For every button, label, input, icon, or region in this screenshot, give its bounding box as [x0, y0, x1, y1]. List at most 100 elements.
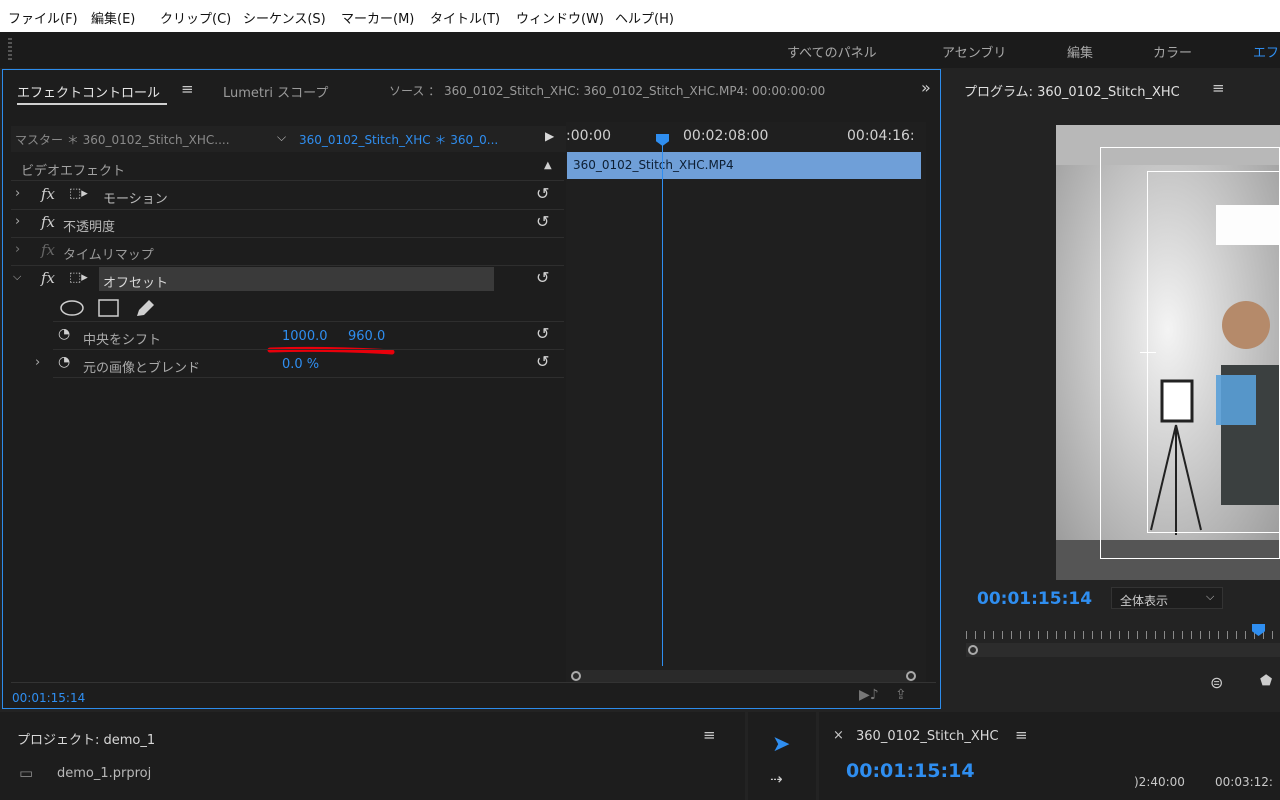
project-panel: プロジェクト: demo_1 ≡ ▭ demo_1.prproj [0, 712, 745, 800]
panel-menu-icon[interactable]: ≡ [703, 726, 716, 744]
menu-window[interactable]: ウィンドウ(W) [516, 8, 604, 27]
play-triangle-icon[interactable]: ▶ [545, 129, 554, 143]
panel-menu-icon[interactable]: ≡ [1015, 726, 1028, 744]
workspace-tab-editing[interactable]: 編集 [1067, 42, 1093, 61]
collapse-up-icon[interactable]: ▲ [544, 160, 552, 171]
tab-source[interactable]: ソース ： 360_0102_Stitch_XHC: 360_0102_Stit… [389, 82, 825, 99]
reset-icon[interactable]: ↺ [536, 352, 554, 371]
tools-panel: ➤ ⇢ [748, 712, 816, 800]
effect-name: タイムリマップ [63, 248, 154, 263]
selection-tool-icon[interactable]: ➤ [772, 732, 790, 757]
fit-dropdown[interactable]: 全体表示 ⌵ [1111, 587, 1223, 609]
menu-sequence[interactable]: シーケンス(S) [243, 8, 326, 27]
clip-name: 360_0102_Stitch_XHC.MP4 [573, 158, 734, 172]
clip-label[interactable]: 360_0102_Stitch_XHC ＊ 360_0... [299, 131, 498, 148]
effect-row-offset[interactable]: ⌵ fx ⬚▸ オフセット [13, 266, 563, 294]
expand-chevron-icon[interactable]: › [15, 242, 20, 257]
chevron-down-icon: ⌵ [1206, 590, 1215, 603]
expand-chevron-icon[interactable]: › [15, 214, 20, 229]
playhead-marker[interactable] [656, 134, 669, 146]
blend-value[interactable]: 0.0 % [282, 357, 319, 372]
current-timecode[interactable]: 00:01:15:14 [12, 691, 85, 705]
close-icon[interactable]: × [833, 728, 844, 743]
stopwatch-icon[interactable]: ◔ [58, 326, 70, 342]
program-monitor-panel: プログラム: 360_0102_Stitch_XHC ≡ 00:01:15:14… [944, 69, 1280, 709]
expand-chevron-icon[interactable]: › [15, 186, 20, 201]
rectangle-mask-icon[interactable] [98, 299, 119, 317]
effect-row-opacity[interactable]: › fx 不透明度 [13, 210, 563, 238]
track-select-tool-icon[interactable]: ⇢ [770, 770, 783, 788]
panel-menu-icon[interactable]: ≡ [1212, 79, 1225, 97]
master-clip-header: マスター ＊ 360_0102_Stitch_XHC.... ⌵ 360_010… [11, 126, 566, 152]
effect-controls-panel: エフェクトコントロール ≡ Lumetri スコープ ソース ： 360_010… [2, 69, 941, 709]
reset-icon[interactable]: ↺ [536, 324, 554, 343]
menu-edit[interactable]: 編集(E) [91, 8, 135, 27]
fx-toggle-icon[interactable]: fx [41, 269, 55, 287]
ruler-label: )2:40:00 [1134, 775, 1185, 789]
section-video-effects: ビデオエフェクト [21, 164, 126, 179]
sequence-title[interactable]: 360_0102_Stitch_XHC [856, 729, 999, 744]
fx-toggle-icon[interactable]: fx [41, 185, 55, 203]
pen-mask-icon[interactable] [137, 300, 154, 316]
stopwatch-icon[interactable]: ◔ [58, 354, 70, 370]
effect-timeline[interactable]: :00:00 00:02:08:00 00:04:16: 360_0102_St… [566, 122, 926, 682]
transform-handle-icon[interactable]: ⬚▸ [69, 270, 88, 285]
reset-icon[interactable]: ↺ [536, 268, 554, 287]
tab-lumetri-scopes[interactable]: Lumetri スコープ [223, 82, 328, 101]
overflow-chevron-icon[interactable]: » [921, 78, 931, 97]
scroll-handle-left[interactable] [968, 645, 978, 655]
project-file[interactable]: demo_1.prproj [57, 766, 151, 781]
program-timecode[interactable]: 00:01:15:14 [977, 589, 1092, 609]
ruler-label: 00:04:16: [847, 128, 915, 144]
menu-marker[interactable]: マーカー(M) [341, 8, 414, 27]
ellipse-mask-icon[interactable] [60, 300, 84, 316]
ruler-label: :00:00 [566, 128, 612, 144]
project-title[interactable]: プロジェクト: demo_1 [17, 729, 155, 748]
fx-toggle-icon[interactable]: fx [41, 213, 55, 231]
folder-icon: ▭ [19, 764, 34, 782]
menu-help[interactable]: ヘルプ(H) [615, 8, 674, 27]
shift-center-x-value[interactable]: 1000.0 [282, 329, 328, 344]
title-safe-inner [1147, 171, 1280, 533]
menu-bar: ファイル(F) 編集(E) クリップ(C) シーケンス(S) マーカー(M) タ… [0, 0, 1280, 32]
effect-name: 不透明度 [63, 220, 116, 235]
scroll-handle-right[interactable] [906, 671, 916, 681]
sequence-timecode[interactable]: 00:01:15:14 [846, 760, 975, 782]
collapse-chevron-icon[interactable]: ⌵ [13, 270, 21, 284]
video-frame[interactable] [1056, 125, 1280, 580]
tab-effect-controls[interactable]: エフェクトコントロール [17, 82, 160, 101]
chevron-down-icon[interactable]: ⌵ [277, 130, 286, 145]
program-title[interactable]: プログラム: 360_0102_Stitch_XHC [964, 81, 1180, 100]
grip-handle[interactable] [8, 38, 12, 62]
effect-row-motion[interactable]: › fx ⬚▸ モーション [13, 182, 563, 210]
workspace-tab-assembly[interactable]: アセンブリ [942, 42, 1006, 61]
filter-playhead-icon[interactable]: ▶♪ [859, 687, 879, 703]
active-tab-underline [17, 103, 167, 105]
menu-clip[interactable]: クリップ(C) [160, 8, 231, 27]
marker-icon[interactable]: ⬟ [1260, 673, 1272, 689]
param-blend-label: 元の画像とブレンド [83, 361, 201, 376]
reset-icon[interactable]: ↺ [536, 212, 554, 231]
mask-tools [60, 299, 154, 317]
menu-title[interactable]: タイトル(T) [430, 8, 500, 27]
scroll-handle-left[interactable] [571, 671, 581, 681]
transform-handle-icon[interactable]: ⬚▸ [69, 186, 88, 201]
vr-video-icon[interactable]: ⊜ [1210, 673, 1223, 692]
workspace-tab-color[interactable]: カラー [1153, 42, 1192, 61]
export-icon[interactable]: ⇪ [895, 687, 907, 703]
clip-bar[interactable]: 360_0102_Stitch_XHC.MP4 [567, 152, 921, 179]
shift-center-y-value[interactable]: 960.0 [348, 329, 385, 344]
effect-name: モーション [103, 192, 168, 207]
menu-file[interactable]: ファイル(F) [8, 8, 78, 27]
workspace-tab-effects[interactable]: エフ [1253, 42, 1279, 61]
panel-menu-icon[interactable]: ≡ [181, 80, 194, 98]
reset-icon[interactable]: ↺ [536, 184, 554, 203]
sequence-panel: × 360_0102_Stitch_XHC ≡ 00:01:15:14 )2:4… [819, 712, 1280, 800]
zoom-scrollbar[interactable] [966, 643, 1280, 657]
effect-row-time-remap[interactable]: › fx タイムリマップ [13, 238, 563, 266]
fit-dropdown-value: 全体表示 [1120, 594, 1169, 608]
workspace-tab-all-panels[interactable]: すべてのパネル [787, 42, 877, 61]
master-label[interactable]: マスター ＊ 360_0102_Stitch_XHC.... [15, 131, 230, 148]
zoom-scrollbar[interactable] [571, 670, 916, 682]
expand-chevron-icon[interactable]: › [35, 355, 40, 370]
